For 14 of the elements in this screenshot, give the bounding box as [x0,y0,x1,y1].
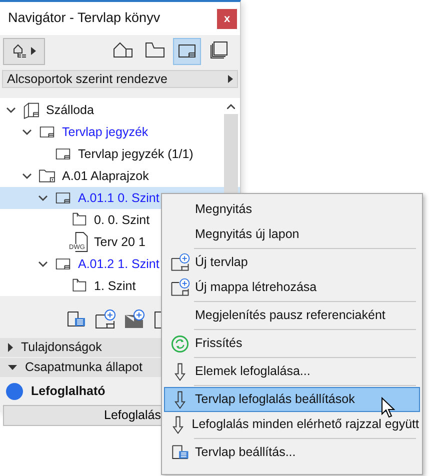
status-label: Lefoglalható [31,383,106,400]
tree-item-label: A.01.1 0. Szint [78,190,160,207]
tree-item-label: Tervlap jegyzék [62,124,148,141]
sort-label: Alcsoportok szerint rendezve [7,70,168,88]
tree-item-label: A.01 Alaprajzok [62,168,149,185]
window-title: Navigátor - Tervlap könyv [8,9,160,28]
tree-item-label: 1. Szint [94,278,136,295]
tree-item-label: Terv 20 1 [94,234,146,251]
tree-item-label: Tervlap jegyzék (1/1) [78,146,194,163]
section-label: Csapatmunka állapot [25,359,142,376]
tree-item-label: 0. 0. Szint [94,212,150,229]
tree-item-label: A.01.2 1. Szint [78,256,160,273]
section-label: Tulajdonságok [21,339,102,356]
tree-item-label: Szálloda [46,102,94,119]
